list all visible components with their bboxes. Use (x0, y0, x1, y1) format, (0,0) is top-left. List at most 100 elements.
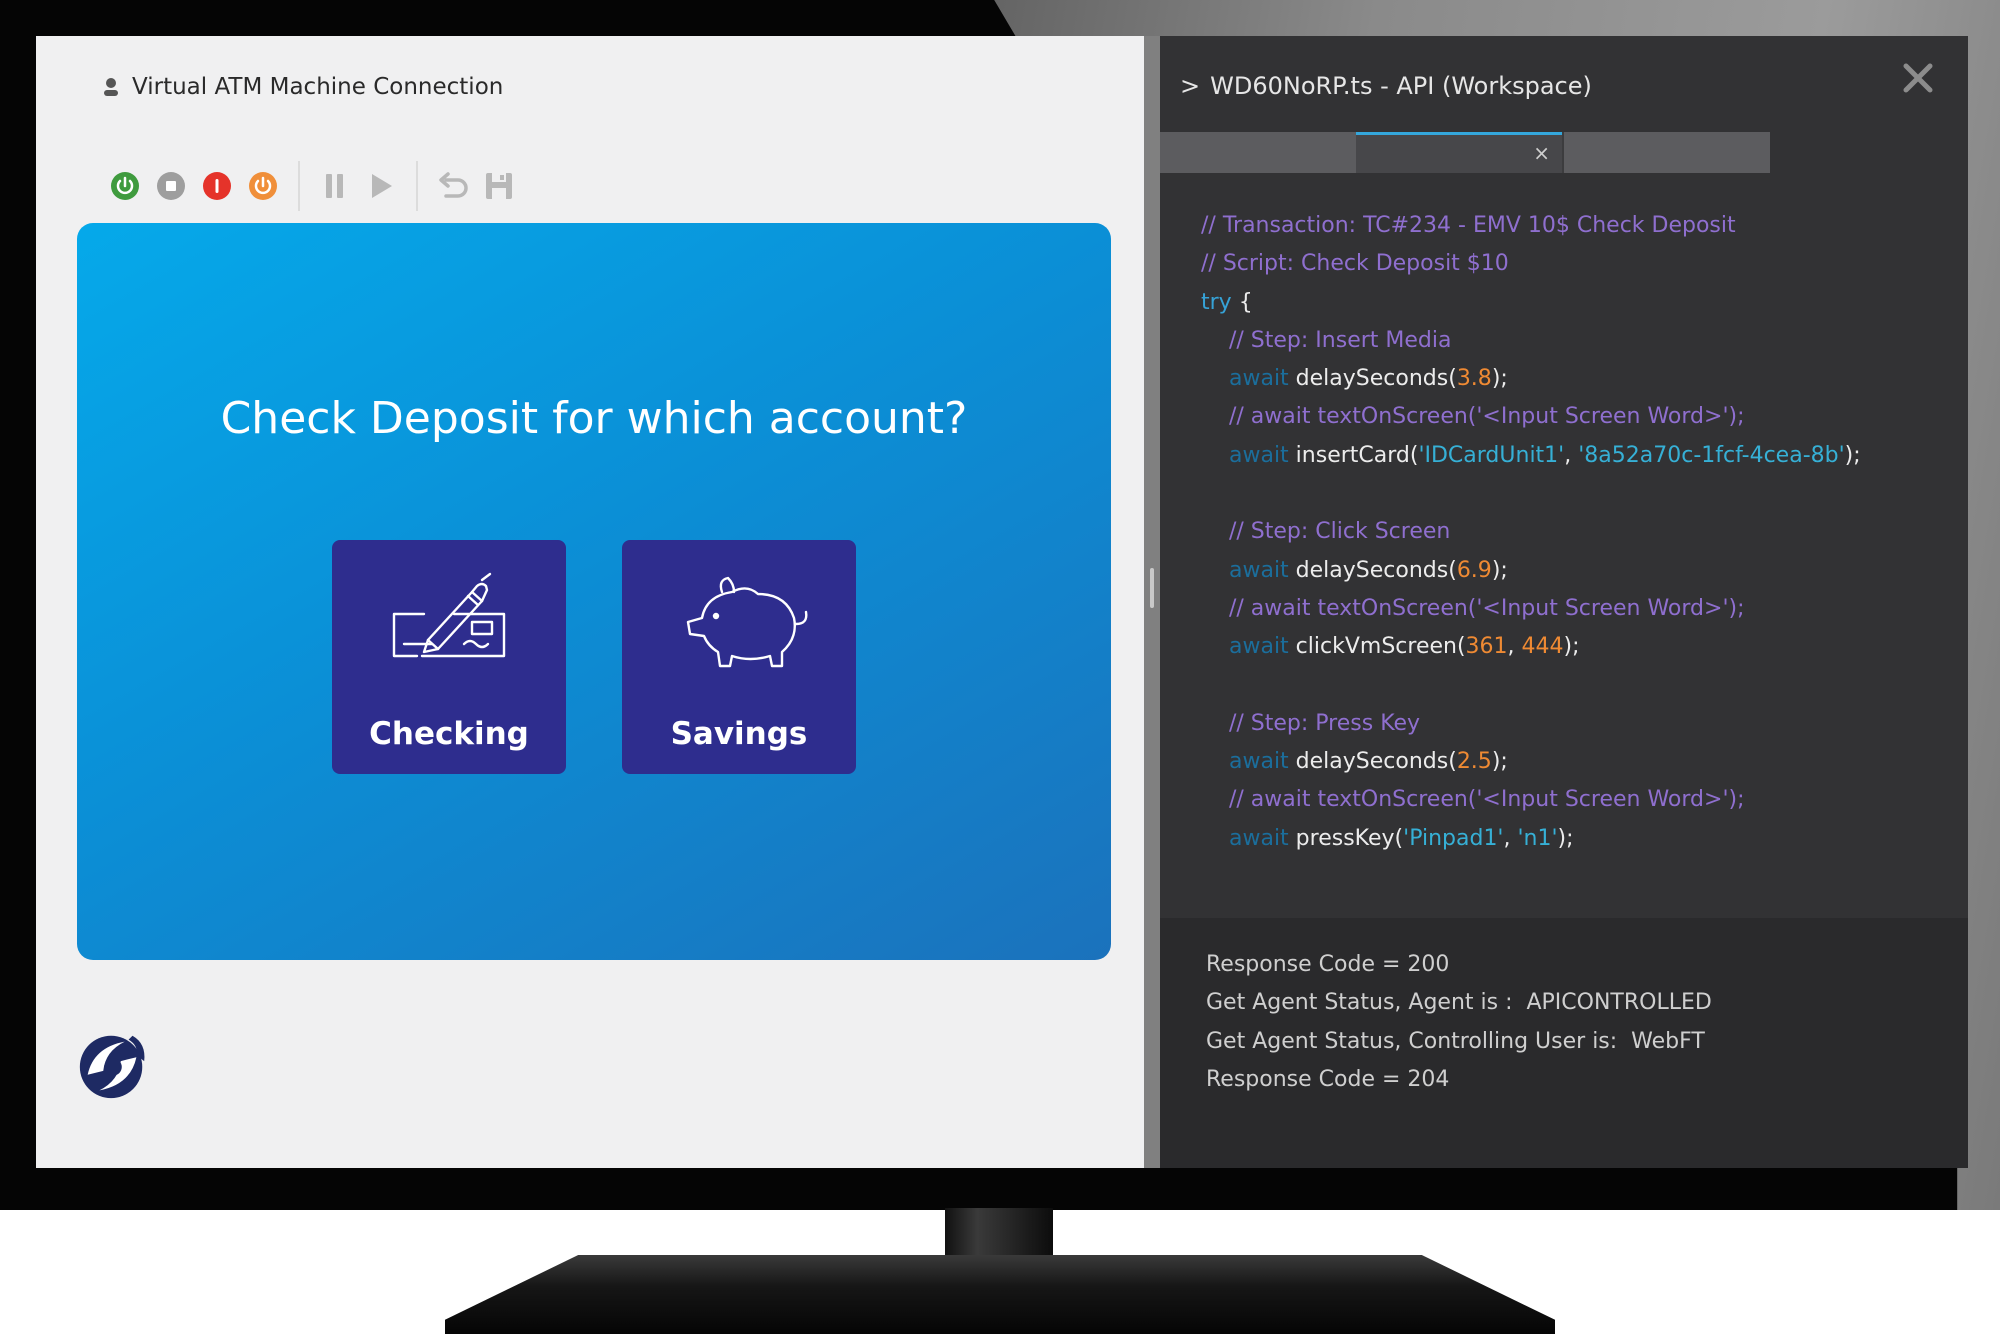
tab-3[interactable] (1562, 132, 1770, 173)
code-token: delaySeconds( (1288, 557, 1457, 583)
code-line[interactable]: // await textOnScreen('<Input Screen Wor… (1201, 781, 1958, 819)
api-title: WD60NoRP.ts - API (Workspace) (1210, 72, 1592, 100)
code-token: ); (1491, 366, 1508, 392)
output-console: Response Code = 200 Get Agent Status, Age… (1160, 918, 1968, 1168)
atm-connection-panel: Virtual ATM Machine Connection Check Dep… (36, 36, 1144, 1168)
code-line[interactable]: // Transaction: TC#234 - EMV 10$ Check D… (1201, 207, 1958, 245)
code-token: // await textOnScreen('<Input Screen Wor… (1228, 404, 1745, 430)
code-line[interactable]: await insertCard('IDCardUnit1', '8a52a70… (1201, 437, 1958, 475)
vm-toolbar (102, 158, 522, 214)
code-token: // Step: Press Key (1228, 710, 1421, 736)
code-token: await (1228, 366, 1289, 392)
code-content[interactable]: // Transaction: TC#234 - EMV 10$ Check D… (1201, 207, 1958, 858)
checking-label: Checking (369, 716, 529, 752)
code-token: 'IDCardUnit1' (1418, 442, 1565, 468)
tab-close-icon[interactable]: × (1533, 141, 1550, 165)
undo-button[interactable] (430, 163, 476, 209)
save-icon (486, 173, 512, 199)
close-icon[interactable] (1898, 58, 1938, 98)
code-editor[interactable]: // Transaction: TC#234 - EMV 10$ Check D… (1160, 173, 1968, 918)
code-token: 361 (1465, 634, 1508, 660)
code-line[interactable]: await delaySeconds(3.8); (1201, 360, 1958, 398)
code-token: try (1201, 289, 1232, 315)
output-lines: Response Code = 200 Get Agent Status, Age… (1206, 946, 1712, 1099)
code-token: ); (1844, 442, 1861, 468)
code-token: , (1564, 442, 1579, 468)
user-icon (104, 78, 118, 96)
error-button[interactable] (194, 163, 240, 209)
code-token: await (1228, 557, 1289, 583)
code-line[interactable]: // Step: Click Screen (1201, 513, 1958, 551)
code-line[interactable]: // Step: Press Key (1201, 705, 1958, 743)
error-icon (203, 172, 231, 200)
code-token: delaySeconds( (1288, 366, 1457, 392)
code-token: await (1228, 749, 1289, 775)
code-token: , (1507, 634, 1522, 660)
check-signing-icon (392, 572, 506, 658)
play-button[interactable] (358, 163, 404, 209)
stop-button[interactable] (148, 163, 194, 209)
tab-active[interactable]: × (1356, 132, 1562, 173)
atm-screen: Check Deposit for which account? Checkin… (77, 223, 1111, 960)
checking-button[interactable]: Checking (332, 540, 566, 774)
play-icon (372, 174, 392, 198)
code-line[interactable]: try { (1201, 284, 1958, 322)
code-line[interactable]: await delaySeconds(2.5); (1201, 743, 1958, 781)
piggy-bank-icon (686, 576, 808, 668)
tab-1[interactable] (1160, 132, 1356, 173)
code-token: insertCard( (1288, 442, 1419, 468)
code-token: ); (1563, 634, 1580, 660)
api-header: > WD60NoRP.ts - API (Workspace) (1180, 66, 1592, 106)
code-token: , (1503, 825, 1518, 851)
code-token: 6.9 (1456, 557, 1492, 583)
code-token: await (1228, 634, 1289, 660)
toolbar-separator (298, 161, 300, 211)
code-token: ); (1557, 825, 1574, 851)
atm-prompt: Check Deposit for which account? (220, 393, 968, 444)
code-token: ); (1491, 749, 1508, 775)
pause-icon (326, 174, 343, 198)
monitor-stand-base (445, 1255, 1555, 1334)
savings-button[interactable]: Savings (622, 540, 856, 774)
code-line[interactable]: // await textOnScreen('<Input Screen Wor… (1201, 398, 1958, 436)
code-token: 2.5 (1456, 749, 1492, 775)
code-token: pressKey( (1288, 825, 1404, 851)
company-logo-icon (79, 1035, 145, 1099)
code-token: // Step: Click Screen (1228, 519, 1451, 545)
code-line[interactable]: await pressKey('Pinpad1', 'n1'); (1201, 820, 1958, 858)
pause-button[interactable] (312, 163, 358, 209)
connection-title: Virtual ATM Machine Connection (132, 74, 504, 100)
code-token: // Script: Check Deposit $10 (1201, 251, 1509, 277)
code-line[interactable]: // Script: Check Deposit $10 (1201, 245, 1958, 283)
stop-icon (157, 172, 185, 200)
code-line[interactable]: await delaySeconds(6.9); (1201, 552, 1958, 590)
code-token: // Step: Insert Media (1228, 327, 1452, 353)
code-token: 'n1' (1517, 825, 1558, 851)
code-token: { (1231, 289, 1253, 315)
power-off-button[interactable] (240, 163, 286, 209)
splitter-grip[interactable] (1150, 568, 1154, 608)
power-on-button[interactable] (102, 163, 148, 209)
output-line: Response Code = 200 (1206, 952, 1450, 977)
save-button[interactable] (476, 163, 522, 209)
code-line[interactable]: // await textOnScreen('<Input Screen Wor… (1201, 590, 1958, 628)
code-line[interactable] (1201, 475, 1958, 513)
code-line[interactable] (1201, 667, 1958, 705)
output-line: Get Agent Status, Agent is : APICONTROLL… (1206, 990, 1712, 1016)
code-token: await (1228, 442, 1289, 468)
output-line: Get Agent Status, Controlling User is: W… (1206, 1028, 1705, 1054)
power-on-icon (111, 172, 139, 200)
savings-label: Savings (670, 716, 808, 752)
code-line[interactable]: await clickVmScreen(361, 444); (1201, 628, 1958, 666)
code-line[interactable]: // Step: Insert Media (1201, 322, 1958, 360)
